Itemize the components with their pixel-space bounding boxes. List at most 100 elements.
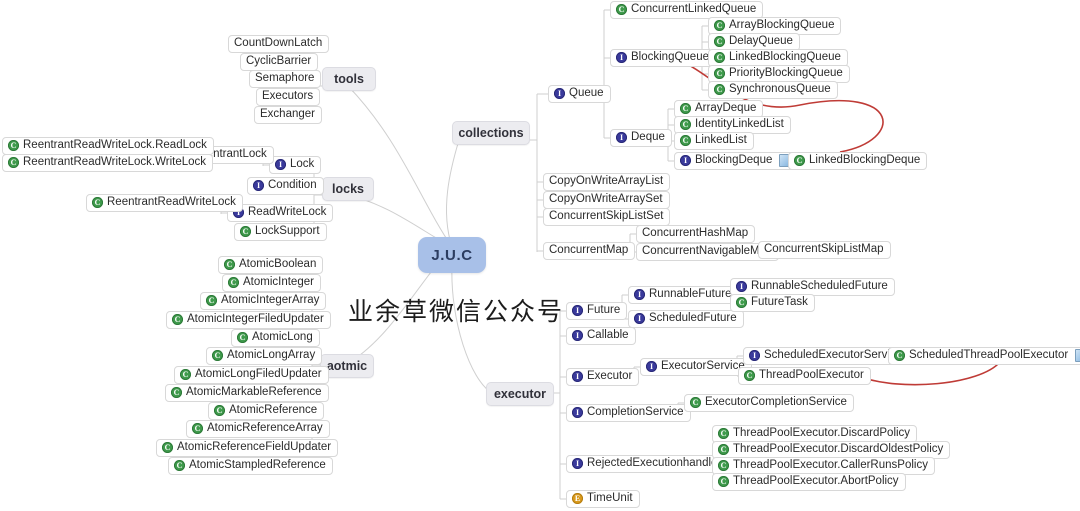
node-atomicreferencearray[interactable]: C AtomicReferenceArray: [186, 420, 330, 438]
node-label: LinkedBlockingQueue: [729, 51, 841, 63]
node-synchronousqueue[interactable]: C SynchronousQueue: [708, 81, 838, 99]
class-icon: C: [714, 68, 725, 79]
node-label: ArrayBlockingQueue: [729, 19, 835, 31]
class-icon: C: [8, 157, 19, 168]
interface-icon: I: [634, 313, 645, 324]
category-executor[interactable]: executor: [486, 382, 554, 406]
node-label: Semaphore: [255, 72, 315, 84]
node-copyonwritearrayset[interactable]: CopyOnWriteArraySet: [543, 191, 670, 209]
class-icon: C: [714, 52, 725, 63]
node-deque[interactable]: I Deque: [610, 129, 672, 147]
class-icon: C: [92, 197, 103, 208]
node-label: ThreadPoolExecutor.CallerRunsPolicy: [733, 459, 928, 471]
category-locks-label: locks: [332, 182, 364, 196]
node-scheduledfuture[interactable]: I ScheduledFuture: [628, 310, 744, 328]
node-readwritelock[interactable]: I ReadWriteLock: [227, 204, 334, 222]
node-lock[interactable]: I Lock: [269, 156, 322, 174]
node-blockingqueue[interactable]: I BlockingQueue: [610, 49, 716, 67]
node-futuretask[interactable]: C FutureTask: [730, 294, 815, 312]
connector-lines: [170, 9, 1001, 500]
node-atomicboolean[interactable]: C AtomicBoolean: [218, 256, 324, 274]
node-callable[interactable]: I Callable: [566, 327, 636, 345]
node-exchanger[interactable]: Exchanger: [254, 106, 322, 124]
node-atomicmarkablereference[interactable]: C AtomicMarkableReference: [165, 384, 329, 402]
node-reentrantreadwritelock[interactable]: C ReentrantReadWriteLock: [86, 194, 243, 212]
node-atomicreference[interactable]: C AtomicReference: [208, 402, 325, 420]
category-collections-label: collections: [458, 126, 524, 140]
node-reentrantreadwritelock-readlock[interactable]: C ReentrantReadWriteLock.ReadLock: [2, 137, 214, 155]
node-label: Future: [587, 304, 621, 316]
node-scheduledthreadpoolexecutor[interactable]: C ScheduledThreadPoolExecutor: [888, 347, 1080, 365]
node-atomicintegerfiledupdater[interactable]: C AtomicIntegerFiledUpdater: [166, 311, 331, 329]
node-concurrentskiplistset[interactable]: ConcurrentSkipListSet: [543, 208, 671, 226]
node-atomicreferencefieldupdater[interactable]: C AtomicReferenceFieldUpdater: [156, 439, 339, 457]
interface-icon: I: [572, 330, 583, 341]
node-rejectedexecutionhandler[interactable]: I RejectedExecutionhandler: [566, 455, 729, 473]
node-executor[interactable]: I Executor: [566, 368, 640, 386]
interface-icon: I: [736, 281, 747, 292]
node-executors[interactable]: Executors: [256, 88, 321, 106]
node-label: AtomicBoolean: [239, 258, 317, 270]
node-label: CyclicBarrier: [246, 55, 312, 67]
node-label: ArrayDeque: [695, 102, 757, 114]
node-label: Condition: [268, 179, 317, 191]
node-threadpoolexecutor-abortpolicy[interactable]: C ThreadPoolExecutor.AbortPolicy: [712, 473, 906, 491]
node-atomicstampledreference[interactable]: C AtomicStampledReference: [168, 457, 333, 475]
root-node-juc[interactable]: J.U.C: [418, 237, 486, 273]
node-label: DelayQueue: [729, 35, 793, 47]
node-timeunit[interactable]: E TimeUnit: [566, 490, 640, 508]
category-tools-label: tools: [334, 72, 364, 86]
node-label: RejectedExecutionhandler: [587, 457, 722, 469]
category-tools[interactable]: tools: [322, 67, 376, 91]
root-node-label: J.U.C: [431, 246, 473, 264]
node-label: ConcurrentHashMap: [642, 227, 749, 239]
node-countdownlatch[interactable]: CountDownLatch: [228, 35, 330, 53]
node-queue[interactable]: I Queue: [548, 85, 611, 103]
node-semaphore[interactable]: Semaphore: [249, 70, 322, 88]
node-locksupport[interactable]: C LockSupport: [234, 223, 327, 241]
category-collections[interactable]: collections: [452, 121, 530, 145]
node-completionservice[interactable]: I CompletionService: [566, 404, 691, 422]
class-icon: C: [228, 277, 239, 288]
node-atomiclongfiledupdater[interactable]: C AtomicLongFiledUpdater: [174, 366, 329, 384]
node-concurrenthashmap[interactable]: ConcurrentHashMap: [636, 225, 756, 243]
node-linkedlist[interactable]: C LinkedList: [674, 132, 754, 150]
note-icon[interactable]: [1075, 349, 1080, 362]
interface-icon: I: [572, 407, 583, 418]
node-atomicinteger[interactable]: C AtomicInteger: [222, 274, 321, 292]
class-icon: C: [162, 442, 173, 453]
class-icon: C: [8, 140, 19, 151]
class-icon: C: [736, 297, 747, 308]
class-icon: C: [680, 135, 691, 146]
class-icon: C: [714, 20, 725, 31]
node-future[interactable]: I Future: [566, 302, 628, 320]
node-condition[interactable]: I Condition: [247, 177, 324, 195]
node-atomiclongarray[interactable]: C AtomicLongArray: [206, 347, 323, 365]
node-label: LinkedList: [695, 134, 747, 146]
node-executorcompletionservice[interactable]: C ExecutorCompletionService: [684, 394, 854, 412]
node-cyclicbarrier[interactable]: CyclicBarrier: [240, 53, 319, 71]
node-concurrentmap[interactable]: ConcurrentMap: [543, 242, 636, 260]
node-linkedblockingdeque[interactable]: C LinkedBlockingDeque: [788, 152, 928, 170]
category-locks[interactable]: locks: [322, 177, 374, 201]
node-label: AtomicLongFiledUpdater: [195, 368, 322, 380]
node-copyonwritearraylist[interactable]: CopyOnWriteArrayList: [543, 173, 671, 191]
interface-icon: I: [275, 159, 286, 170]
interface-icon: I: [646, 361, 657, 372]
node-concurrentskiplistmap[interactable]: ConcurrentSkipListMap: [758, 241, 891, 259]
node-label: ScheduledFuture: [649, 312, 737, 324]
category-executor-label: executor: [493, 387, 547, 401]
node-reentrantreadwritelock-writelock[interactable]: C ReentrantReadWriteLock.WriteLock: [2, 154, 214, 172]
node-label: ThreadPoolExecutor.DiscardPolicy: [733, 427, 911, 439]
class-icon: C: [794, 155, 805, 166]
node-runnablefuture[interactable]: I RunnableFuture: [628, 286, 739, 304]
node-atomicintegerarray[interactable]: C AtomicIntegerArray: [200, 292, 327, 310]
interface-icon: I: [572, 458, 583, 469]
node-atomiclong[interactable]: C AtomicLong: [231, 329, 320, 347]
node-threadpoolexecutor[interactable]: C ThreadPoolExecutor: [738, 367, 871, 385]
node-label: ExecutorService: [661, 360, 745, 372]
node-scheduledexecutorservice[interactable]: I ScheduledExecutorService: [743, 347, 910, 365]
node-blockingdeque[interactable]: I BlockingDeque: [674, 152, 800, 170]
node-executorservice[interactable]: I ExecutorService: [640, 358, 752, 376]
class-icon: C: [171, 387, 182, 398]
